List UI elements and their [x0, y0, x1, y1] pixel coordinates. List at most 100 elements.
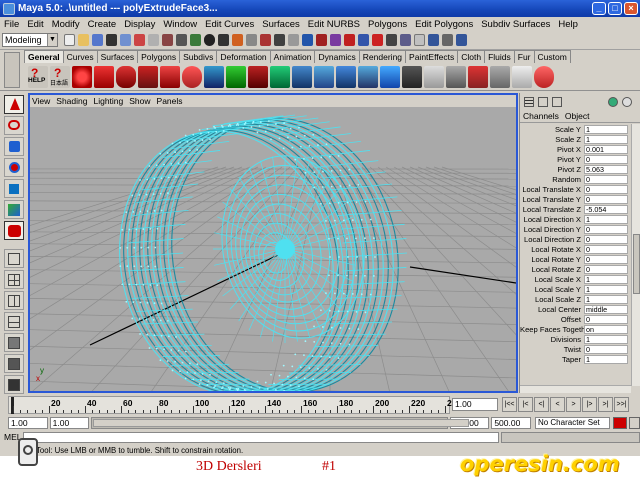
menu-edit-nurbs[interactable]: Edit NURBS — [308, 19, 360, 30]
channel-value-field[interactable]: 0 — [584, 254, 628, 264]
channel-value-field[interactable]: 0.001 — [584, 144, 628, 154]
highlight-selection-icon[interactable] — [287, 34, 299, 46]
channel-row[interactable]: Random 0 — [520, 174, 631, 184]
channel-row[interactable]: Local Rotate X0 — [520, 244, 631, 254]
save-scene-icon[interactable] — [91, 34, 103, 46]
channel-label[interactable]: Pivot X — [520, 145, 584, 154]
manipulator-tool-icon[interactable] — [4, 200, 24, 219]
channel-value-field[interactable]: 1 — [584, 354, 628, 364]
channel-value-field[interactable]: -5.054 — [584, 204, 628, 214]
ep-curve-shelf-icon[interactable] — [270, 65, 290, 88]
channel-row[interactable]: Local Direction Y0 — [520, 224, 631, 234]
channel-label[interactable]: Offset — [520, 315, 584, 324]
select-by-joint-icon[interactable] — [175, 34, 187, 46]
poly-plane-shelf-icon[interactable] — [336, 65, 356, 88]
options-icon[interactable] — [622, 97, 632, 107]
mode-select[interactable]: Modeling ▼ — [2, 33, 58, 47]
command-input[interactable] — [23, 431, 500, 443]
shelf-tab-general[interactable]: General — [24, 50, 64, 63]
channel-row[interactable]: Local Translate Z -5.054 — [520, 204, 631, 214]
tab-object[interactable]: Object — [565, 111, 590, 122]
channel-label[interactable]: Divisions — [520, 335, 584, 344]
render-view-shelf-icon[interactable] — [446, 65, 466, 88]
range-slider-thumb[interactable] — [93, 418, 470, 427]
render-globals-icon[interactable] — [413, 34, 425, 46]
shelf-tab-fluids[interactable]: Fluids — [484, 50, 515, 63]
channel-label[interactable]: Local Scale X — [520, 275, 584, 284]
menu-window[interactable]: Window — [163, 19, 197, 30]
tool-settings-icon[interactable] — [608, 97, 618, 107]
camera-shelf-icon[interactable] — [402, 65, 422, 88]
select-by-deform-icon[interactable] — [217, 34, 229, 46]
viewport-menu-panels[interactable]: Panels — [157, 96, 183, 106]
menu-file[interactable]: File — [4, 19, 19, 30]
selection-mask-icon[interactable] — [105, 34, 117, 46]
menu-surfaces[interactable]: Surfaces — [262, 19, 300, 30]
select-by-handle-icon[interactable] — [161, 34, 173, 46]
select-by-curve-icon[interactable] — [189, 34, 201, 46]
channel-row[interactable]: Scale Y1 — [520, 124, 631, 134]
channel-label[interactable]: Local Scale Y — [520, 285, 584, 294]
play-forwards-button[interactable]: > — [566, 397, 581, 412]
channel-value-field[interactable]: 0 — [584, 194, 628, 204]
shelf-tab-painteffects[interactable]: PaintEffects — [405, 50, 459, 63]
channel-label[interactable]: Local Translate Y — [520, 195, 584, 204]
channel-row[interactable]: Local Center middle — [520, 304, 631, 314]
step-forward-key-button[interactable]: |> — [582, 397, 597, 412]
shelf-tab-fur[interactable]: Fur — [513, 50, 535, 63]
shelf-tab-surfaces[interactable]: Surfaces — [96, 50, 139, 63]
channel-box-scrollbar[interactable] — [631, 124, 640, 386]
channel-value-field[interactable]: 0 — [584, 264, 628, 274]
shelf-tab-curves[interactable]: Curves — [62, 50, 98, 63]
animation-start-field[interactable]: 1.00 — [8, 416, 48, 429]
go-to-start-button[interactable]: |<< — [502, 397, 517, 412]
channel-row[interactable]: Taper 1 — [520, 354, 631, 364]
channel-value-field[interactable]: 5.063 — [584, 164, 628, 174]
shelf-tab-cloth[interactable]: Cloth — [457, 50, 486, 63]
step-back-frame-button[interactable]: |< — [518, 397, 533, 412]
channel-value-field[interactable]: on — [584, 324, 628, 334]
select-by-surface-icon[interactable] — [203, 34, 215, 46]
channel-label[interactable]: Scale Y — [520, 125, 584, 134]
channel-row[interactable]: Scale Z1 — [520, 134, 631, 144]
viewport-menu-view[interactable]: View — [32, 96, 50, 106]
open-scene-icon[interactable] — [77, 34, 89, 46]
range-slider[interactable] — [91, 416, 470, 429]
channel-row[interactable]: Pivot Y0 — [520, 154, 631, 164]
channel-label[interactable]: Taper — [520, 355, 584, 364]
channel-value-field[interactable]: 1 — [584, 214, 628, 224]
channel-label[interactable]: Local Direction Z — [520, 235, 584, 244]
menu-edit[interactable]: Edit — [27, 19, 43, 30]
channel-row[interactable]: Pivot Z 5.063 — [520, 164, 631, 174]
channel-row[interactable]: Local Rotate Z0 — [520, 264, 631, 274]
channel-row[interactable]: Divisions 1 — [520, 334, 631, 344]
layout-outliner-icon[interactable] — [4, 333, 24, 352]
viewport-menu-lighting[interactable]: Lighting — [93, 96, 123, 106]
menu-edit-polygons[interactable]: Edit Polygons — [415, 19, 473, 30]
viewport-menu-shading[interactable]: Shading — [56, 96, 87, 106]
maximize-button[interactable]: □ — [608, 2, 622, 15]
channel-value-field[interactable]: 1 — [584, 294, 628, 304]
channel-value-field[interactable]: 0 — [584, 224, 628, 234]
attribute-editor-icon[interactable] — [552, 97, 562, 107]
scrollbar-thumb[interactable] — [633, 234, 640, 294]
shelf-tab-custom[interactable]: Custom — [533, 50, 571, 63]
channel-row[interactable]: Local Scale Y1 — [520, 284, 631, 294]
channel-row[interactable]: Local Scale Z1 — [520, 294, 631, 304]
channel-row[interactable]: Local Direction Z0 — [520, 234, 631, 244]
channel-box-icon[interactable] — [524, 97, 534, 107]
current-frame-field[interactable]: 1.00 — [452, 398, 498, 411]
make-live-icon[interactable] — [357, 34, 369, 46]
snap-grid-icon[interactable] — [301, 34, 313, 46]
menu-modify[interactable]: Modify — [52, 19, 80, 30]
select-by-dynamic-icon[interactable] — [231, 34, 243, 46]
channel-label[interactable]: Local Scale Z — [520, 295, 584, 304]
shelf-tab-rendering[interactable]: Rendering — [358, 50, 407, 63]
channel-value-field[interactable]: middle — [584, 304, 628, 314]
animation-preferences-icon[interactable] — [628, 416, 640, 429]
select-by-render-icon[interactable] — [245, 34, 257, 46]
scale-tool-icon[interactable] — [4, 179, 24, 198]
menu-create[interactable]: Create — [88, 19, 117, 30]
channel-label[interactable]: Twist — [520, 345, 584, 354]
menu-help[interactable]: Help — [558, 19, 578, 30]
